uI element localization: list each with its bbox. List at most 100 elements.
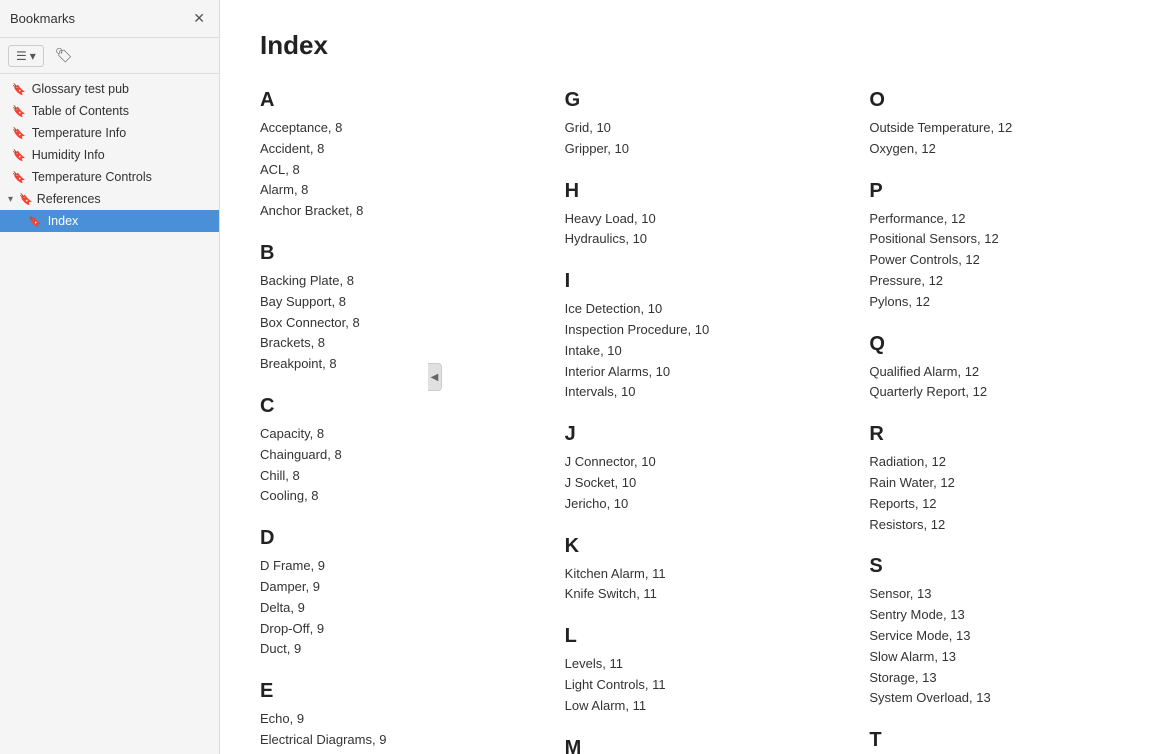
index-letter: O [869,89,1114,112]
sidebar-item-temperature-controls[interactable]: 🔖Temperature Controls [0,166,219,188]
sidebar-toolbar: ☰ ▾ 🏷 [0,38,219,74]
index-entry: Positional Sensors, 12 [869,229,1114,250]
index-entry: Drop-Off, 9 [260,619,505,640]
index-entry: Sentry Mode, 13 [869,605,1114,626]
sidebar-item-label: Index [48,214,79,228]
index-grid: AAcceptance, 8Accident, 8ACL, 8Alarm, 8A… [260,89,1114,754]
index-section-k: K Kitchen Alarm, 11Knife Switch, 11 [565,535,810,606]
index-entry: J Socket, 10 [565,473,810,494]
bookmark-icon: 🔖 [12,83,26,96]
index-section-s: SSensor, 13Sentry Mode, 13Service Mode, … [869,555,1114,709]
index-entry: Electrical Diagrams, 9 [260,730,505,751]
index-column-1: AAcceptance, 8Accident, 8ACL, 8Alarm, 8A… [260,89,505,754]
index-entry: System Overload, 13 [869,688,1114,709]
chevron-down-icon: ▾ [8,194,13,205]
index-letter: D [260,527,505,550]
index-entry: Qualified Alarm, 12 [869,362,1114,383]
index-section-p: PPerformance, 12Positional Sensors, 12Po… [869,180,1114,313]
index-entry: Damper, 9 [260,577,505,598]
index-entry: Pressure, 12 [869,271,1114,292]
index-entry: Gripper, 10 [565,139,810,160]
index-entry: Power Controls, 12 [869,250,1114,271]
bookmark-icon: 🔖 [19,193,33,206]
index-entry: Chill, 8 [260,466,505,487]
bookmark-icon: 🔖 [12,105,26,118]
index-letter: E [260,680,505,703]
index-section-a: AAcceptance, 8Accident, 8ACL, 8Alarm, 8A… [260,89,505,222]
bookmark-icon: 🔖 [28,215,42,228]
sidebar-item-label: Temperature Info [32,126,127,140]
index-section-q: QQualified Alarm, 12Quarterly Report, 12 [869,333,1114,404]
index-entry: Interior Alarms, 10 [565,362,810,383]
index-entry: Jericho, 10 [565,494,810,515]
index-entry: Knife Switch, 11 [565,584,810,605]
index-entry: Slow Alarm, 13 [869,647,1114,668]
index-entry: Service Mode, 13 [869,626,1114,647]
index-section-l: LLevels, 11Light Controls, 11Low Alarm, … [565,625,810,716]
index-entry: Reports, 12 [869,494,1114,515]
index-entry: Radiation, 12 [869,452,1114,473]
view-options-button[interactable]: ☰ ▾ [8,45,44,67]
index-entry: Echo, 9 [260,709,505,730]
index-entry: Intake, 10 [565,341,810,362]
index-entry: Levels, 11 [565,654,810,675]
index-entry: ACL, 8 [260,160,505,181]
index-section-m: MMainframe, 11Marginals, 11Maximum Speed… [565,737,810,754]
index-letter: T [869,729,1114,752]
index-entry: Inspection Procedure, 10 [565,320,810,341]
index-letter: H [565,180,810,203]
sidebar-title: Bookmarks [10,11,75,26]
sidebar-item-index[interactable]: 🔖 Index [0,210,219,232]
sidebar-item-temperature-info[interactable]: 🔖Temperature Info [0,122,219,144]
index-letter: G [565,89,810,112]
index-entry: Acceptance, 8 [260,118,505,139]
index-entry: Box Connector, 8 [260,313,505,334]
sidebar-header-icons: ✕ [189,8,209,29]
sidebar-group-label: References [37,192,101,206]
index-entry: Hydraulics, 10 [565,229,810,250]
index-entry: Breakpoint, 8 [260,354,505,375]
index-letter: C [260,395,505,418]
list-icon: ☰ [16,49,27,63]
index-entry: Backing Plate, 8 [260,271,505,292]
index-entry: Quarterly Report, 12 [869,382,1114,403]
index-section-j: JJ Connector, 10J Socket, 10Jericho, 10 [565,423,810,514]
dropdown-arrow-icon: ▾ [30,49,36,63]
chevron-left-icon: ◀ [431,372,439,383]
add-bookmark-button[interactable]: 🏷 [50,44,78,67]
index-section-i: IIce Detection, 10Inspection Procedure, … [565,270,810,403]
index-entry: Delta, 9 [260,598,505,619]
index-letter: A [260,89,505,112]
index-entry: Grid, 10 [565,118,810,139]
index-entry: Chainguard, 8 [260,445,505,466]
index-section-t: TTemperature, 3, 5(see also Thermal) Ala… [869,729,1114,754]
index-entry: Ice Detection, 10 [565,299,810,320]
sidebar-item-glossary-test-pub[interactable]: 🔖Glossary test pub [0,78,219,100]
index-letter: L [565,625,810,648]
index-entry: Brackets, 8 [260,333,505,354]
close-button[interactable]: ✕ [189,8,209,29]
collapse-sidebar-handle[interactable]: ◀ [428,363,442,391]
sidebar-group-references[interactable]: ▾ 🔖 References [0,188,219,210]
index-entry: Accident, 8 [260,139,505,160]
index-entry: Performance, 12 [869,209,1114,230]
index-entry: Kitchen Alarm, 11 [565,564,810,585]
index-section-c: CCapacity, 8Chainguard, 8Chill, 8Cooling… [260,395,505,507]
index-section-e: EEcho, 9Electrical Diagrams, 9Energiser,… [260,680,505,754]
index-section-b: BBacking Plate, 8Bay Support, 8Box Conne… [260,242,505,375]
sidebar-item-table-of-contents[interactable]: 🔖Table of Contents [0,100,219,122]
index-entry: Intervals, 10 [565,382,810,403]
index-column-2: GGrid, 10Gripper, 10HHeavy Load, 10Hydra… [565,89,810,754]
index-section-o: O Outside Temperature, 12Oxygen, 12 [869,89,1114,160]
index-entry: Resistors, 12 [869,515,1114,536]
index-letter: R [869,423,1114,446]
index-letter: K [565,535,810,558]
index-section-g: G Grid, 10Gripper, 10 [565,89,810,160]
index-section-r: RRadiation, 12Rain Water, 12Reports, 12R… [869,423,1114,535]
index-entry: Outside Temperature, 12 [869,118,1114,139]
index-entry: Oxygen, 12 [869,139,1114,160]
sidebar-item-humidity-info[interactable]: 🔖Humidity Info [0,144,219,166]
bookmark-icon: 🔖 [12,149,26,162]
index-entry: Pylons, 12 [869,292,1114,313]
index-entry: Bay Support, 8 [260,292,505,313]
